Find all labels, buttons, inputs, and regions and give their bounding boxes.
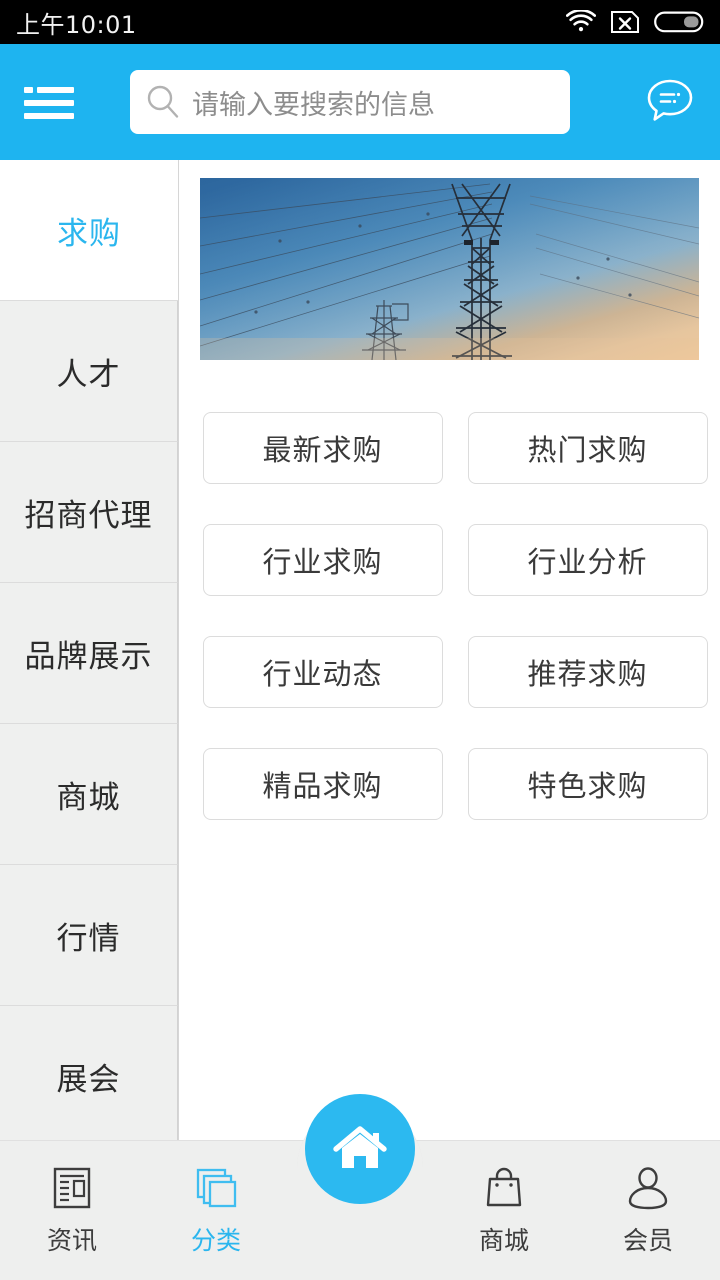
news-icon [53,1167,91,1209]
tab-news[interactable]: 资讯 [0,1140,144,1280]
tile-label: 最新求购 [262,433,383,467]
tile-cell: 行业分析 [455,524,720,596]
tab-label: 会员 [622,1226,673,1255]
status-icon-group [566,9,704,35]
search-placeholder: 请输入要搜索的信息 [192,89,435,121]
tile-label: 行业分析 [527,545,648,579]
tab-label: 分类 [190,1226,241,1255]
app-screen: 上午10:01 请输入要搜索的信息 求购 人才 招商代理 品牌展示 商城 行情 … [0,0,720,1280]
tile-cell: 特色求购 [455,748,720,820]
tile-label: 精品求购 [262,769,383,803]
sidebar-item-0[interactable]: 求购 [0,160,178,301]
sidebar-item-3[interactable]: 品牌展示 [0,583,178,724]
tab-mall[interactable]: 商城 [432,1140,576,1280]
sidebar-item-2[interactable]: 招商代理 [0,442,178,583]
tile-cell: 推荐求购 [455,636,720,708]
sim-no-service-icon [611,11,639,33]
power-transmission-towers-banner[interactable] [200,178,699,360]
tile-cell: 行业求购 [190,524,455,596]
tile-button-4[interactable]: 行业动态 [202,636,443,708]
tile-label: 热门求购 [527,433,648,467]
status-bar: 上午10:01 [0,0,720,44]
hamburger-menu-icon[interactable] [18,79,80,125]
search-area: 请输入要搜索的信息 [80,70,620,134]
tile-cell: 热门求购 [455,412,720,484]
tile-button-0[interactable]: 最新求购 [202,412,443,484]
tile-cell: 最新求购 [190,412,455,484]
app-header: 请输入要搜索的信息 [0,44,720,160]
tile-label: 行业求购 [262,545,383,579]
tab-home[interactable] [288,1094,432,1280]
sidebar-item-label: 品牌展示 [24,638,153,675]
home-icon [333,1126,387,1168]
tile-cell: 精品求购 [190,748,455,820]
tile-button-1[interactable]: 热门求购 [467,412,708,484]
bottom-tab-bar: 资讯 分类 商城 会员 [0,1094,720,1280]
category-sidebar[interactable]: 求购 人才 招商代理 品牌展示 商城 行情 展会 [0,160,179,1140]
message-button[interactable] [620,73,720,131]
sidebar-item-label: 招商代理 [24,497,153,534]
message-bubble-icon [647,79,693,121]
main-panel: 最新求购 热门求购 行业求购 行业分析 行业动态 推荐求购 精品求购 特色求购 [179,160,720,1140]
home-button[interactable] [305,1094,415,1204]
sidebar-item-6[interactable]: 展会 [0,1006,178,1140]
sidebar-item-label: 人才 [56,356,121,393]
sidebar-item-label: 展会 [56,1061,121,1098]
sidebar-item-4[interactable]: 商城 [0,724,178,865]
sidebar-item-5[interactable]: 行情 [0,865,178,1006]
sidebar-item-label: 商城 [56,779,121,816]
sidebar-item-label: 求购 [57,215,121,252]
tab-categories[interactable]: 分类 [144,1140,288,1280]
status-time: 上午10:01 [16,10,137,39]
sidebar-item-1[interactable]: 人才 [0,301,178,442]
tile-label: 推荐求购 [527,657,648,691]
member-person-icon [628,1167,668,1210]
tile-grid: 最新求购 热门求购 行业求购 行业分析 行业动态 推荐求购 精品求购 特色求购 [190,412,720,860]
tab-member[interactable]: 会员 [576,1140,720,1280]
search-icon [147,85,179,118]
wifi-icon [566,10,596,32]
tile-button-2[interactable]: 行业求购 [202,524,443,596]
sidebar-item-label: 行情 [56,920,121,957]
tab-label: 资讯 [46,1226,97,1255]
tile-button-5[interactable]: 推荐求购 [467,636,708,708]
tile-label: 行业动态 [262,657,383,691]
tile-button-7[interactable]: 特色求购 [467,748,708,820]
tile-button-3[interactable]: 行业分析 [467,524,708,596]
categories-layers-icon [196,1168,237,1208]
tile-button-6[interactable]: 精品求购 [202,748,443,820]
content-area: 求购 人才 招商代理 品牌展示 商城 行情 展会 最新求购 热门求购 行业求购 … [0,160,720,1140]
tile-cell: 行业动态 [190,636,455,708]
shopping-bag-icon [486,1167,522,1207]
search-input[interactable]: 请输入要搜索的信息 [130,70,570,134]
battery-icon [654,11,704,33]
tab-label: 商城 [478,1226,529,1255]
banner-image [200,178,699,360]
tile-label: 特色求购 [527,769,648,803]
